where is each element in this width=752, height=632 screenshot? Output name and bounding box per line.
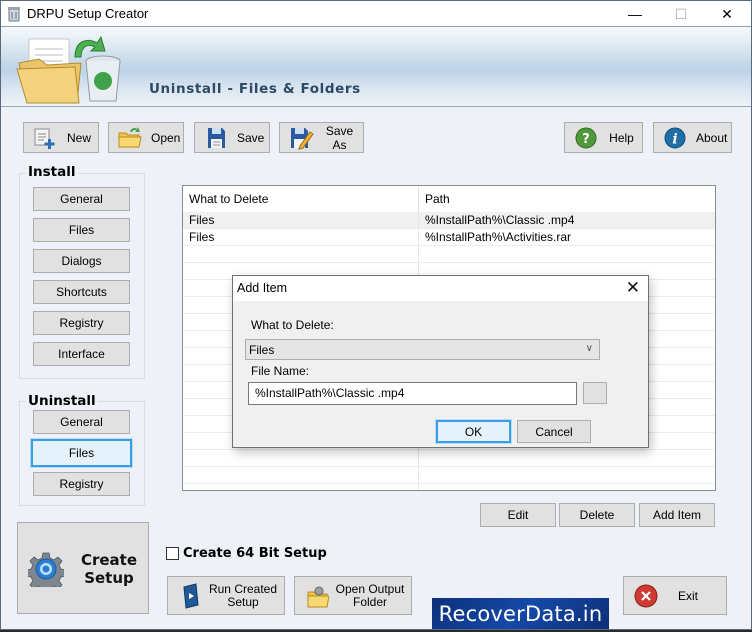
title-bar: DRPU Setup Creator — ☐ ✕: [1, 1, 751, 27]
folder-recycle-bin-icon: [16, 35, 121, 104]
minimize-button[interactable]: —: [612, 1, 658, 27]
uninstall-registry-button[interactable]: Registry: [33, 472, 130, 496]
create-64bit-label: Create 64 Bit Setup: [183, 546, 327, 561]
gear-icon: [28, 552, 64, 587]
new-button[interactable]: New: [23, 122, 99, 153]
cancel-button[interactable]: Cancel: [517, 420, 591, 443]
install-group-title: Install: [26, 164, 78, 180]
brand-watermark: RecoverData.in: [432, 598, 609, 629]
install-general-button[interactable]: General: [33, 187, 130, 211]
table-row-empty: [183, 467, 715, 484]
what-to-delete-value: Files: [249, 343, 275, 357]
minimize-icon: —: [628, 6, 642, 22]
new-document-icon: [34, 128, 55, 149]
svg-text:i: i: [672, 131, 677, 147]
about-label: About: [696, 130, 728, 145]
app-icon: [8, 7, 20, 22]
browse-button[interactable]: [583, 382, 607, 404]
new-label: New: [66, 130, 91, 145]
save-as-label: Save As: [325, 123, 354, 152]
svg-text:?: ?: [582, 132, 590, 147]
install-dialogs-button[interactable]: Dialogs: [33, 249, 130, 273]
install-shortcuts-button[interactable]: Shortcuts: [33, 280, 130, 304]
maximize-icon: ☐: [674, 5, 688, 22]
exit-button[interactable]: Exit: [623, 576, 727, 615]
ok-button[interactable]: OK: [436, 420, 511, 443]
save-disk-icon: [208, 127, 225, 148]
page-heading: Uninstall - Files & Folders: [149, 81, 361, 97]
cell-what-to-delete: Files: [183, 212, 419, 228]
add-item-button[interactable]: Add Item: [639, 503, 715, 527]
edit-button[interactable]: Edit: [480, 503, 556, 527]
open-output-label: Open Output Folder: [335, 581, 405, 609]
run-setup-label: Run Created Setup: [208, 581, 278, 609]
what-to-delete-label: What to Delete:: [251, 318, 334, 332]
uninstall-files-button[interactable]: Files: [31, 439, 132, 467]
what-to-delete-select[interactable]: Files ∨: [245, 339, 600, 360]
output-folder-icon: [307, 586, 329, 607]
help-button[interactable]: ? Help: [564, 122, 643, 153]
run-created-setup-button[interactable]: Run Created Setup: [167, 576, 285, 615]
table-header: What to Delete Path: [183, 186, 715, 212]
cell-empty: [183, 450, 419, 466]
save-label: Save: [237, 130, 265, 145]
column-header-path[interactable]: Path: [419, 186, 715, 212]
delete-button[interactable]: Delete: [559, 503, 635, 527]
maximize-button[interactable]: ☐: [658, 1, 704, 27]
file-name-label: File Name:: [251, 364, 310, 378]
table-row-empty: [183, 450, 715, 467]
create-setup-button[interactable]: Create Setup: [17, 522, 149, 614]
cell-empty: [419, 246, 715, 262]
info-icon: i: [664, 127, 686, 148]
save-button[interactable]: Save: [194, 122, 270, 153]
open-label: Open: [151, 130, 181, 145]
help-icon: ?: [575, 127, 597, 148]
cell-empty: [183, 484, 419, 490]
save-as-button[interactable]: Save As: [279, 122, 364, 153]
cell-path: %InstallPath%\Activities.rar: [425, 230, 572, 244]
file-name-input[interactable]: %InstallPath%\Classic .mp4: [248, 382, 577, 405]
uninstall-group-title: Uninstall: [26, 393, 98, 409]
open-output-folder-button[interactable]: Open Output Folder: [294, 576, 412, 615]
add-item-dialog: Add Item ✕ What to Delete: Files ∨ File …: [232, 275, 649, 448]
install-files-button[interactable]: Files: [33, 218, 130, 242]
chevron-down-icon: ∨: [585, 343, 593, 354]
cell-empty: [183, 467, 419, 483]
close-icon: ✕: [721, 5, 733, 22]
header-banner: Uninstall - Files & Folders: [1, 27, 751, 107]
table-row[interactable]: Files %InstallPath%\Activities.rar: [183, 229, 715, 246]
column-header-what-to-delete[interactable]: What to Delete: [183, 186, 419, 212]
window-title: DRPU Setup Creator: [27, 6, 149, 21]
dialog-close-icon[interactable]: ✕: [626, 278, 640, 298]
close-button[interactable]: ✕: [704, 1, 750, 27]
open-button[interactable]: Open: [108, 122, 184, 153]
table-row[interactable]: Files %InstallPath%\Classic .mp4: [183, 212, 715, 229]
dialog-title-bar: Add Item ✕: [233, 276, 648, 301]
create-64bit-checkbox[interactable]: Create 64 Bit Setup: [166, 546, 327, 561]
exit-icon: [634, 584, 658, 607]
table-row-empty: [183, 246, 715, 263]
uninstall-general-button[interactable]: General: [33, 410, 130, 434]
cell-path: %InstallPath%\Classic .mp4: [425, 213, 575, 227]
help-label: Help: [609, 130, 634, 145]
cell-empty: [419, 450, 715, 466]
install-registry-button[interactable]: Registry: [33, 311, 130, 335]
checkbox-box[interactable]: [166, 547, 179, 560]
about-button[interactable]: i About: [653, 122, 732, 153]
open-folder-icon: [118, 126, 142, 147]
dialog-title: Add Item: [237, 281, 288, 295]
cell-empty: [419, 467, 715, 483]
run-setup-icon: [183, 582, 199, 609]
install-interface-button[interactable]: Interface: [33, 342, 130, 366]
cell-what-to-delete: Files: [183, 229, 419, 245]
save-as-icon: [291, 127, 314, 150]
exit-label: Exit: [677, 588, 698, 603]
create-setup-label: Create Setup: [80, 551, 138, 587]
cell-empty: [183, 246, 419, 262]
table-row-empty: [183, 484, 715, 490]
cell-empty: [419, 484, 715, 490]
main-window: DRPU Setup Creator — ☐ ✕ Uninstall - Fil…: [0, 0, 752, 630]
